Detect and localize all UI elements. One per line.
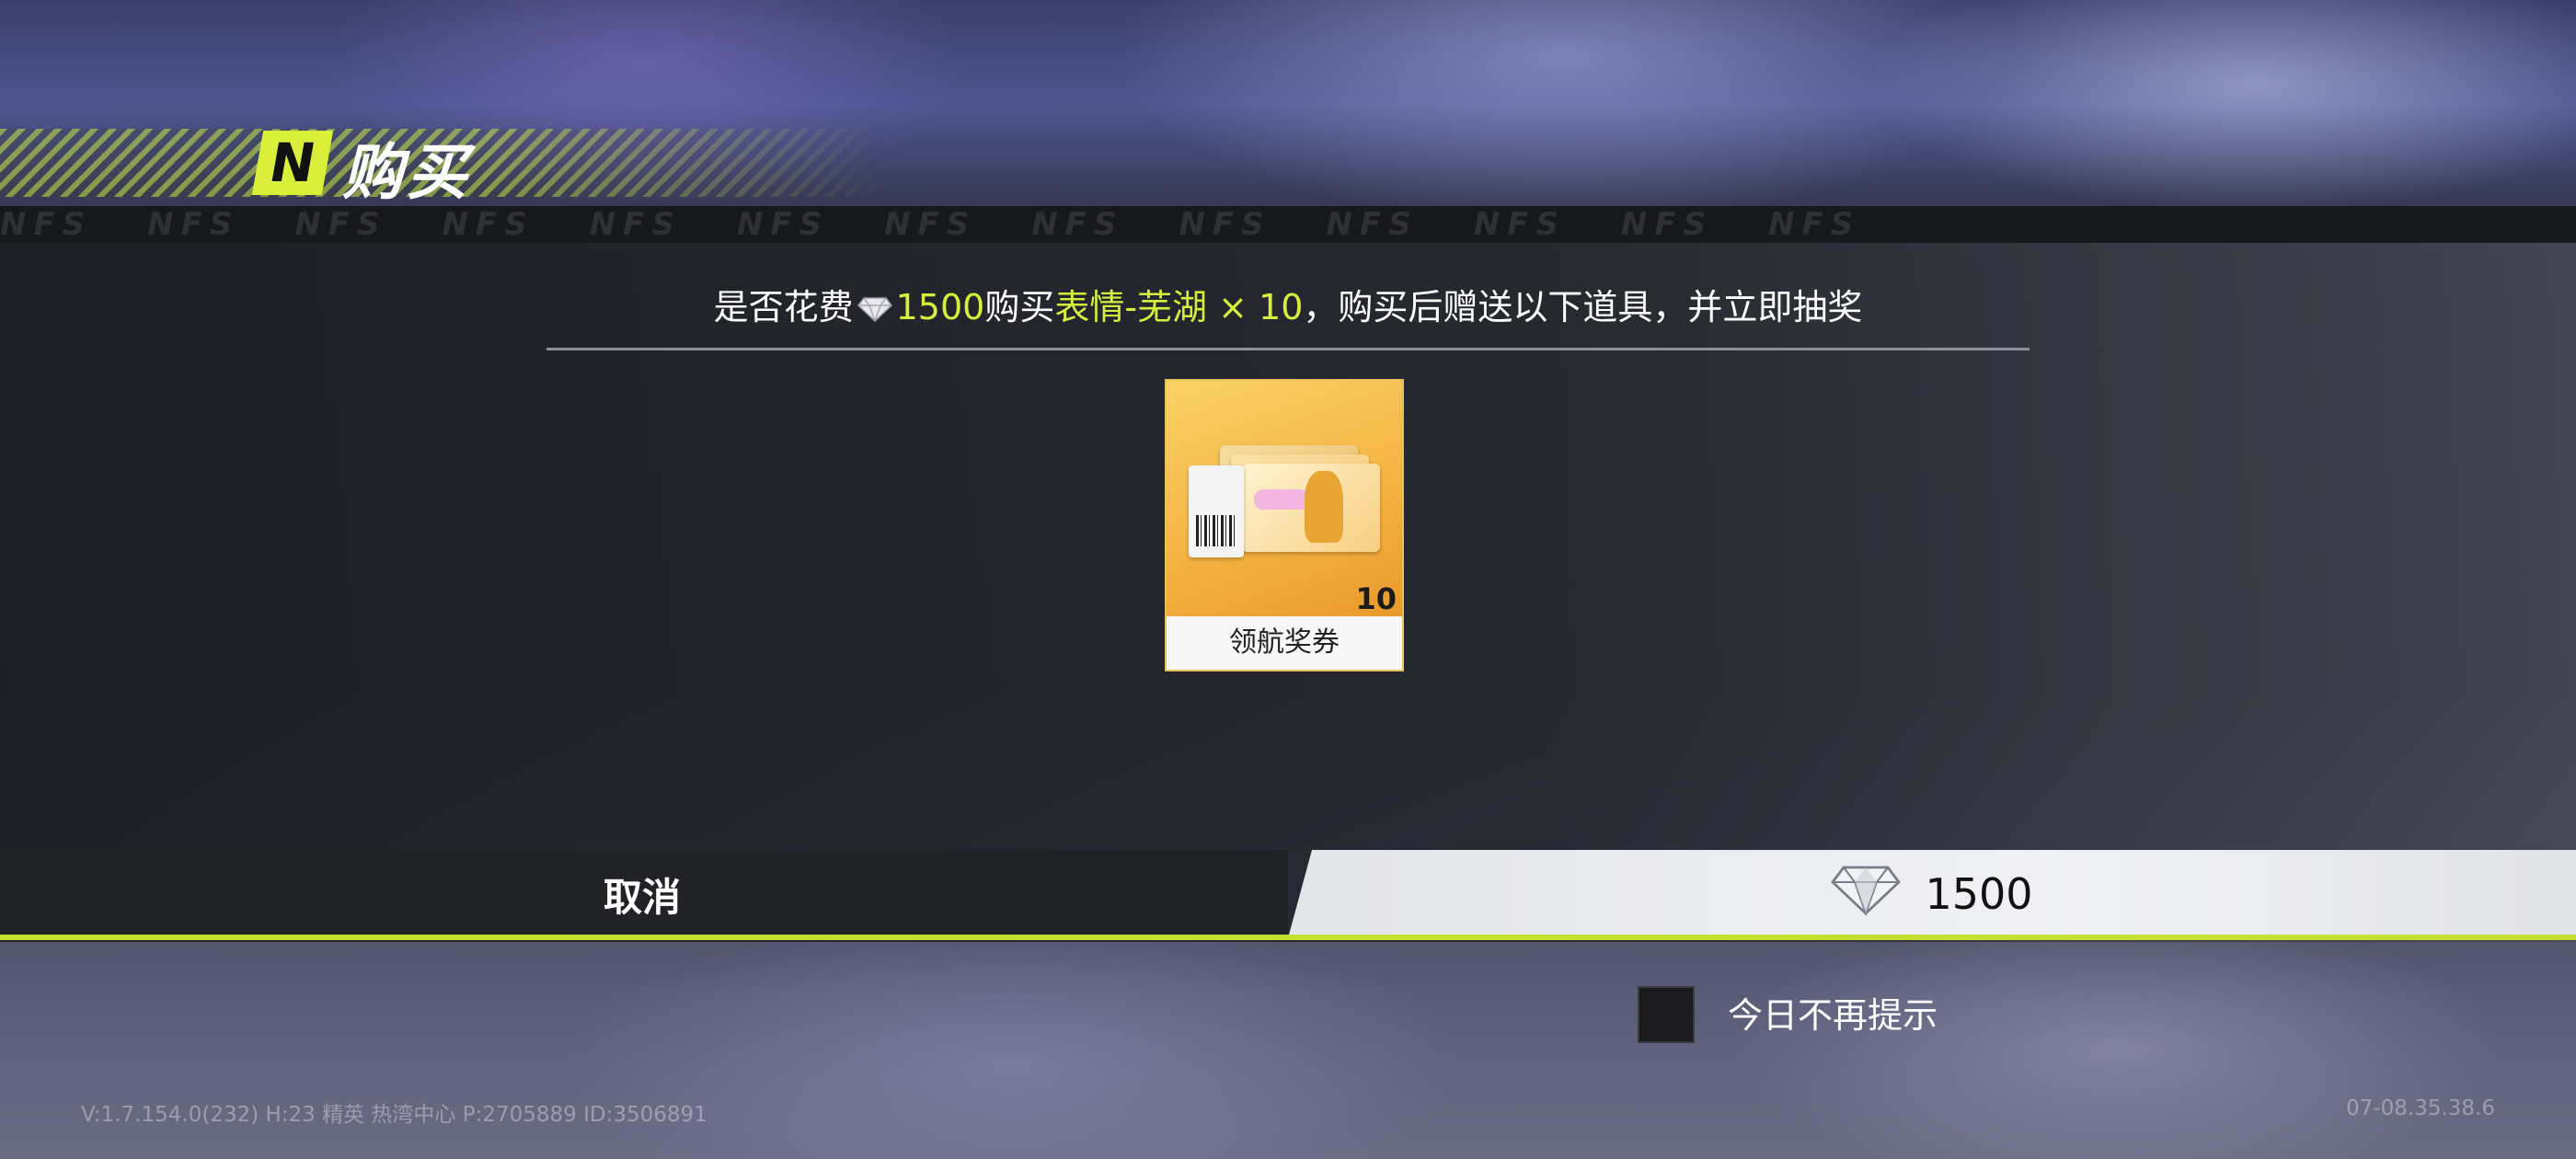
confirm-price: 1500 — [1925, 869, 2033, 919]
ticket-stub — [1189, 465, 1244, 557]
band-text: NFS — [589, 206, 682, 243]
confirm-purchase-button[interactable]: 1500 — [1288, 850, 2576, 938]
diamond-icon — [1831, 863, 1902, 926]
band-text: NFS — [1326, 206, 1419, 243]
band-text: NFS — [294, 206, 387, 243]
dont-remind-checkbox[interactable] — [1638, 986, 1695, 1043]
question-item: 表情-芜湖 × 10 — [1054, 287, 1304, 327]
page-title: 购买 — [342, 137, 471, 208]
version-info: V:1.7.154.0(232) H:23 精英 热湾中心 P:2705889 … — [81, 1103, 707, 1127]
cancel-label: 取消 — [603, 874, 681, 920]
band-text: NFS — [1179, 206, 1271, 243]
question-price: 1500 — [895, 287, 985, 327]
question-prefix: 是否花费 — [713, 287, 854, 327]
purchase-question: 是否花费 1500购买表情-芜湖 × 10，购买后赠送以下道具，并立即抽奖 — [546, 280, 2030, 335]
watermark — [1895, 353, 2558, 1107]
ticket-label-shape — [1254, 489, 1309, 510]
item-count: 10 — [1355, 581, 1397, 616]
nfs-logo-icon: N — [251, 131, 334, 195]
diamond-icon — [857, 282, 892, 338]
band-text: NFS — [0, 206, 93, 243]
question-buy: 购买 — [984, 287, 1055, 327]
band-text: NFS — [1768, 206, 1861, 243]
divider — [546, 348, 2030, 350]
purchase-dialog: NFS NFS NFS NFS NFS NFS NFS NFS NFS NFS NFS NFS NFS … — [0, 206, 2576, 1043]
nfs-band: NFS NFS NFS NFS NFS NFS NFS NFS NFS NFS NFS NFS NFS — [0, 206, 2576, 243]
dont-remind-label[interactable]: 今日不再提示 — [1728, 990, 1938, 1041]
band-text: NFS — [147, 206, 240, 243]
band-text: NFS — [1473, 206, 1566, 243]
ticket-silhouette — [1305, 471, 1343, 543]
reward-item-card[interactable]: 10 领航奖券 — [1167, 381, 1402, 670]
footer-timestamp: 07-08.35.38.6 — [2346, 1096, 2495, 1120]
band-text: NFS — [1620, 206, 1714, 243]
barcode-icon — [1196, 515, 1236, 546]
band-text: NFS — [1031, 206, 1124, 243]
band-text: NFS — [442, 206, 535, 243]
accent-line — [0, 935, 2576, 940]
question-suffix: ，购买后赠送以下道具，并立即抽奖 — [1303, 287, 1863, 327]
band-text: NFS — [884, 206, 977, 243]
item-name: 领航奖券 — [1167, 616, 1402, 670]
cancel-button[interactable]: 取消 — [0, 850, 1288, 938]
band-text: NFS — [736, 206, 830, 243]
